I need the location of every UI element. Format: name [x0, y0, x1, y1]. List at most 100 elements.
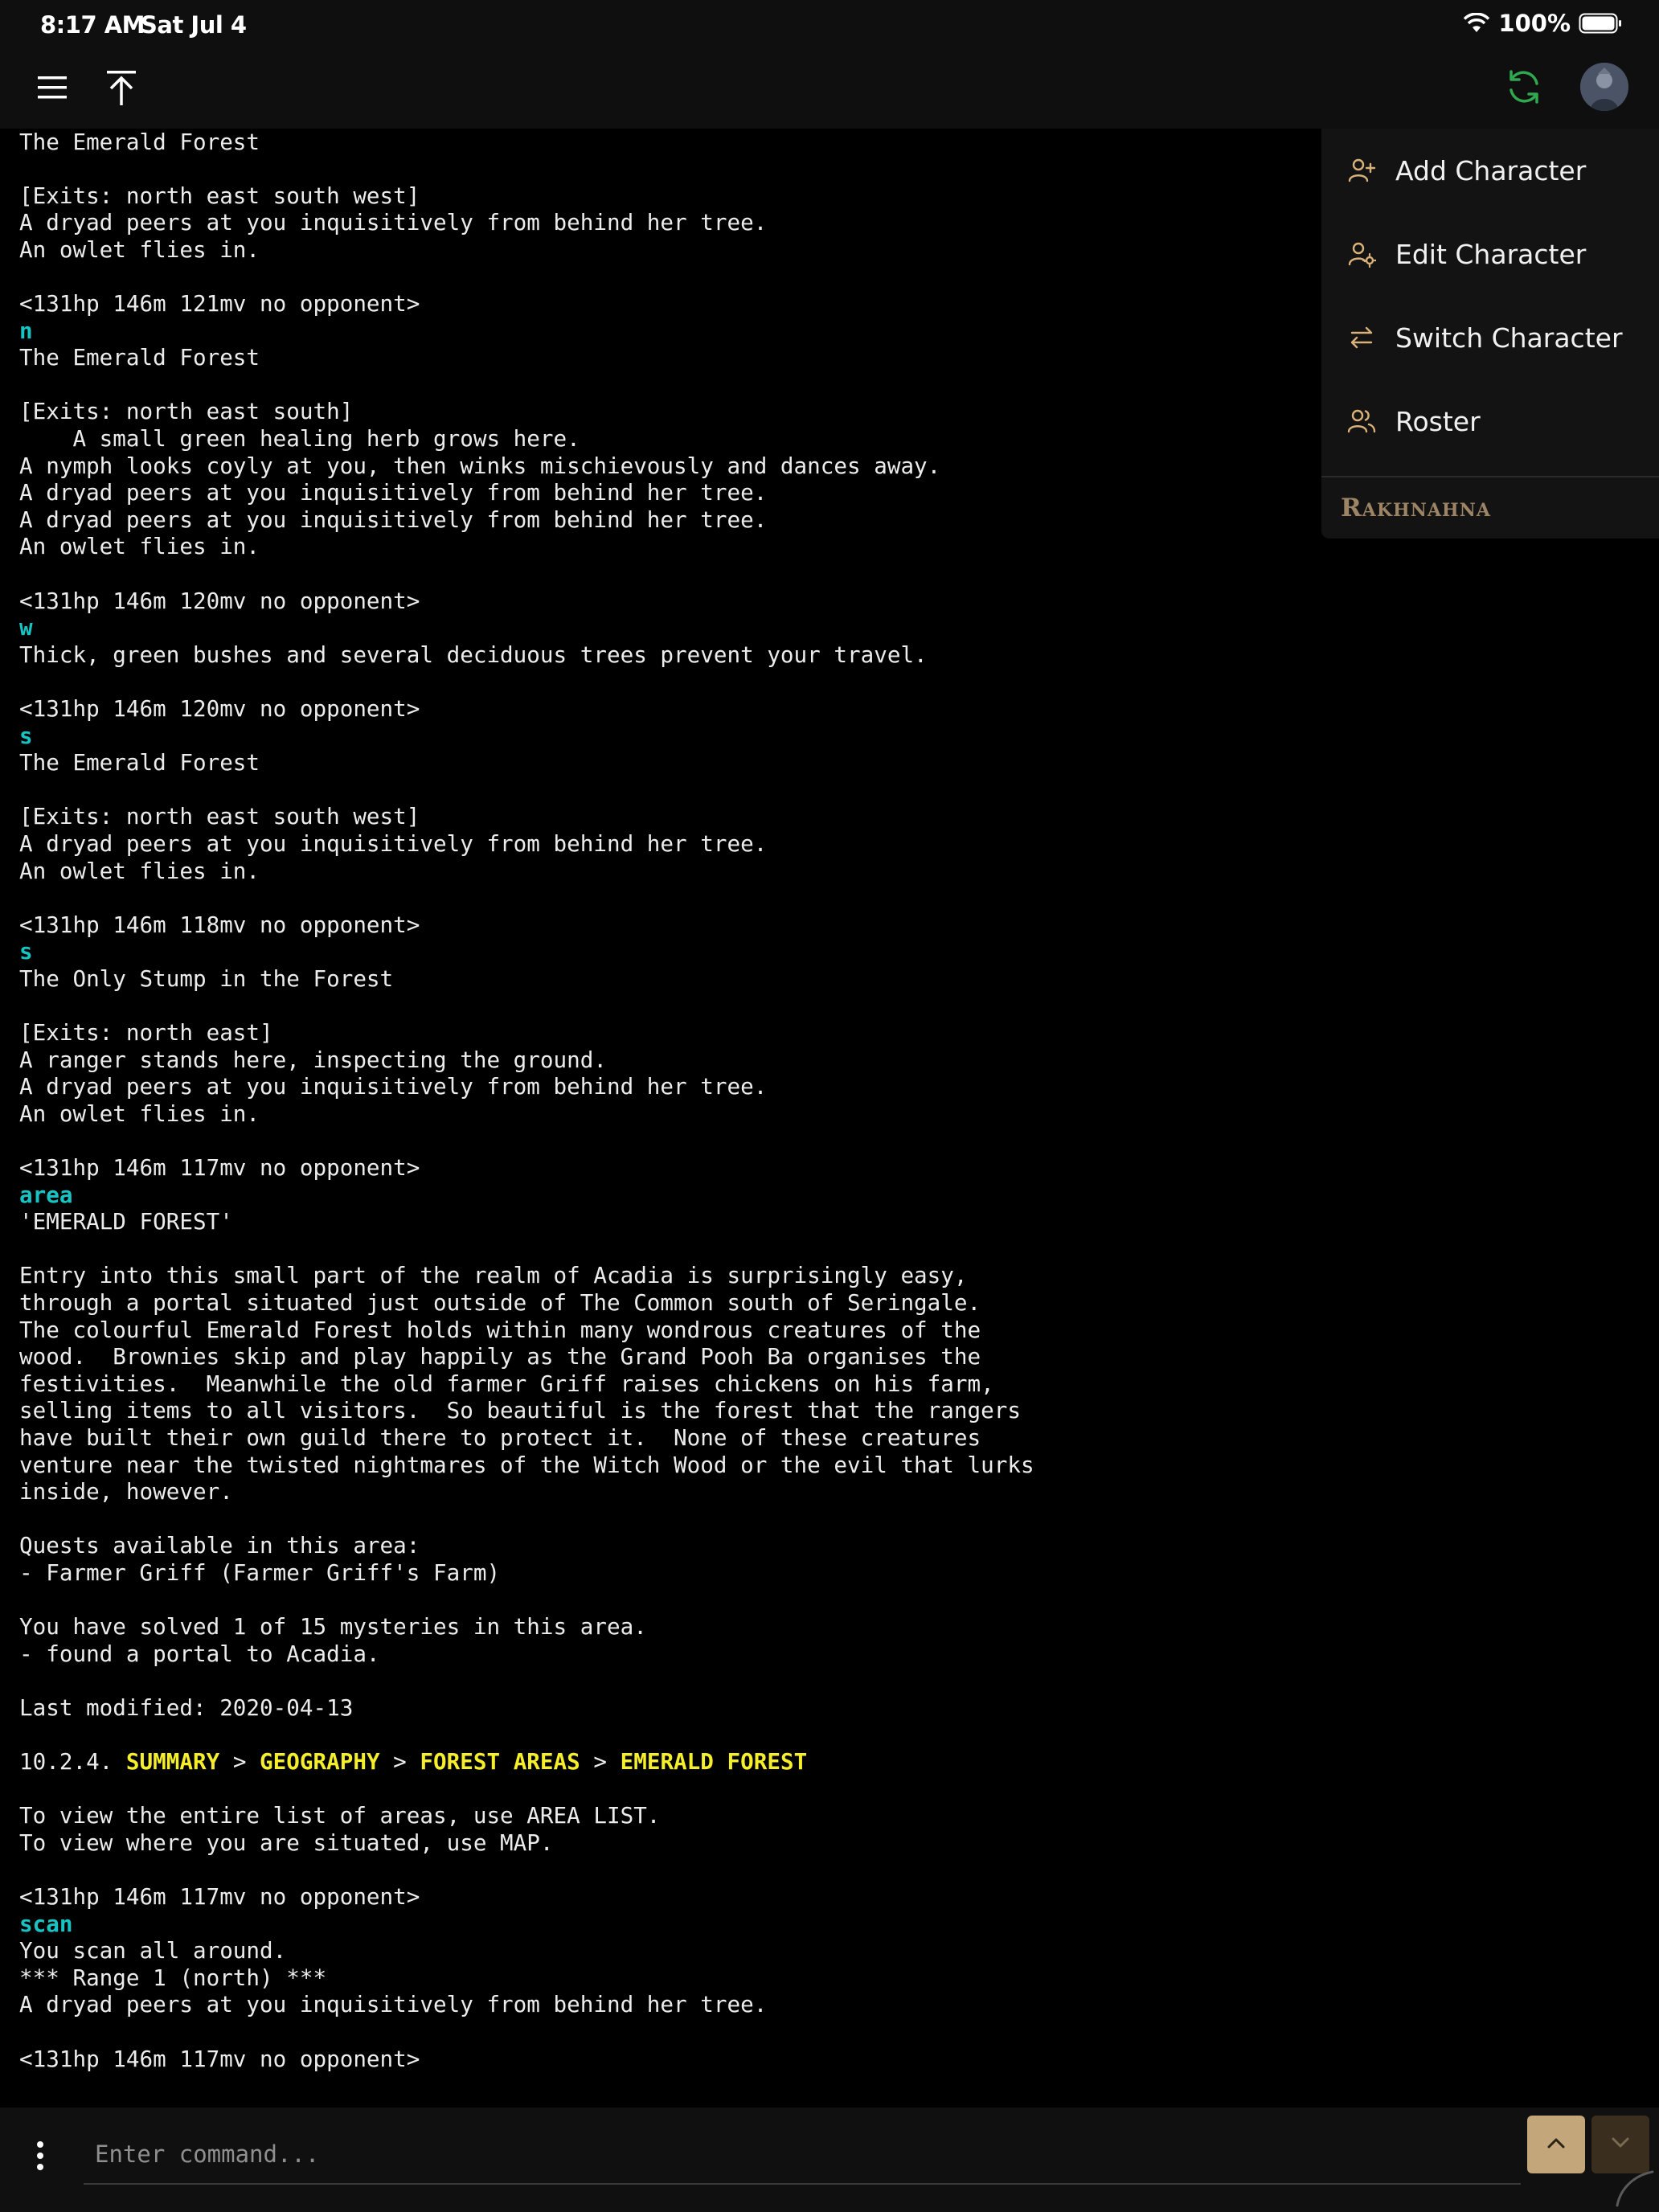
menu-item-roster[interactable]: Roster: [1321, 379, 1659, 463]
output-text: A dryad peers at you inquisitively from …: [19, 479, 768, 506]
terminal-line: - Farmer Griff (Farmer Griff's Farm): [0, 1559, 1318, 1587]
menu-item-add-character[interactable]: Add Character: [1321, 129, 1659, 212]
output-text: <131hp 146m 117mv no opponent>: [19, 1883, 420, 1911]
battery-icon: [1579, 13, 1622, 34]
status-right: 100%: [1463, 10, 1622, 37]
output-text: inside, however.: [19, 1478, 233, 1505]
output-text: venture near the twisted nightmares of t…: [19, 1451, 1034, 1478]
terminal-line: Last modified: 2020-04-13: [0, 1694, 1318, 1722]
terminal-line: <131hp 146m 117mv no opponent>: [0, 2046, 1318, 2073]
output-text: <131hp 146m 118mv no opponent>: [19, 911, 420, 938]
terminal-line: You have solved 1 of 15 mysteries in thi…: [0, 1613, 1318, 1641]
output-text: wood. Brownies skip and play happily as …: [19, 1343, 981, 1370]
terminal-line: <131hp 146m 120mv no opponent>: [0, 695, 1318, 723]
terminal-output: The Emerald Forest [Exits: north east sou…: [0, 129, 1318, 2106]
terminal-line: [Exits: north east south west]: [0, 803, 1318, 830]
terminal-line: Quests available in this area:: [0, 1532, 1318, 1559]
command-bar: [0, 2108, 1659, 2212]
output-text: [Exits: north east south west]: [19, 182, 420, 209]
output-text: An owlet flies in.: [19, 236, 260, 263]
output-text: An owlet flies in.: [19, 1100, 260, 1127]
terminal-command-line: area: [0, 1182, 1318, 1209]
app-toolbar: [0, 50, 1659, 129]
status-date: Sat Jul 4: [141, 11, 247, 39]
command-echo: s: [19, 938, 33, 965]
history-up-button[interactable]: [1527, 2116, 1585, 2173]
output-text: festivities. Meanwhile the old farmer Gr…: [19, 1370, 994, 1397]
terminal-line: A nymph looks coyly at you, then winks m…: [0, 453, 1318, 480]
terminal-line: A dryad peers at you inquisitively from …: [0, 479, 1318, 506]
breadcrumb-link[interactable]: GEOGRAPHY: [260, 1748, 380, 1775]
character-avatar[interactable]: [1580, 63, 1628, 111]
output-text: selling items to all visitors. So beauti…: [19, 1397, 1021, 1424]
scroll-to-top-icon[interactable]: [100, 64, 143, 111]
output-text: The Emerald Forest: [19, 129, 260, 155]
status-bar: 8:17 AM Sat Jul 4 100%: [0, 0, 1659, 50]
breadcrumb-link[interactable]: EMERALD FOREST: [621, 1748, 808, 1775]
terminal-line: The Emerald Forest: [0, 129, 1318, 156]
terminal-line: *** Range 1 (north) ***: [0, 1964, 1318, 1992]
terminal-line: 'EMERALD FOREST': [0, 1208, 1318, 1235]
command-input[interactable]: [84, 2125, 1521, 2185]
menu-item-edit-character[interactable]: Edit Character: [1321, 212, 1659, 296]
resize-handle-icon: [1611, 2164, 1656, 2209]
output-text: The Emerald Forest: [19, 344, 260, 371]
output-text: Last modified: 2020-04-13: [19, 1694, 354, 1721]
output-text: The Only Stump in the Forest: [19, 965, 394, 992]
output-text: <131hp 146m 120mv no opponent>: [19, 587, 420, 614]
menu-item-label: Add Character: [1395, 154, 1587, 186]
terminal-line: <131hp 146m 120mv no opponent>: [0, 588, 1318, 615]
output-text: A dryad peers at you inquisitively from …: [19, 1073, 768, 1100]
output-text: [Exits: north east south west]: [19, 803, 420, 830]
terminal-line: [Exits: north east]: [0, 1019, 1318, 1047]
terminal-command-line: s: [0, 938, 1318, 965]
character-menu: Add Character Edit Character Switch Char…: [1321, 129, 1659, 539]
output-text: <131hp 146m 117mv no opponent>: [19, 2045, 420, 2072]
refresh-icon[interactable]: [1501, 64, 1546, 109]
command-echo: s: [19, 722, 33, 749]
terminal-line: An owlet flies in.: [0, 236, 1318, 264]
wifi-icon: [1463, 13, 1490, 34]
hamburger-icon[interactable]: [32, 68, 72, 108]
active-character-name[interactable]: Rakhnahna: [1341, 494, 1491, 522]
status-time: 8:17 AM: [40, 11, 145, 39]
vertical-dots-icon[interactable]: [24, 2132, 56, 2181]
output-text: An owlet flies in.: [19, 533, 260, 560]
terminal-line: An owlet flies in.: [0, 533, 1318, 560]
breadcrumb-separator: >: [379, 1748, 420, 1776]
output-text: A small green healing herb grows here.: [19, 425, 580, 453]
breadcrumb-link[interactable]: SUMMARY: [126, 1748, 219, 1775]
menu-item-label: Switch Character: [1395, 322, 1623, 354]
output-text: Entry into this small part of the realm …: [19, 1262, 968, 1289]
output-text: <131hp 146m 117mv no opponent>: [19, 1154, 420, 1182]
breadcrumb-link[interactable]: FOREST AREAS: [420, 1748, 580, 1775]
output-text: 'EMERALD FOREST': [19, 1208, 233, 1235]
output-text: To view where you are situated, use MAP.: [19, 1829, 554, 1856]
output-text: The colourful Emerald Forest holds withi…: [19, 1316, 981, 1343]
terminal-line: inside, however.: [0, 1478, 1318, 1505]
output-text: have built their own guild there to prot…: [19, 1424, 981, 1451]
output-text: [Exits: north east south]: [19, 398, 354, 425]
command-echo: area: [19, 1181, 73, 1208]
battery-percent: 100%: [1498, 10, 1571, 37]
command-echo: w: [19, 614, 33, 641]
terminal-line: Entry into this small part of the realm …: [0, 1262, 1318, 1289]
menu-item-switch-character[interactable]: Switch Character: [1321, 296, 1659, 379]
output-text: A nymph looks coyly at you, then winks m…: [19, 452, 941, 479]
terminal-line: The Emerald Forest: [0, 749, 1318, 776]
terminal-command-line: w: [0, 614, 1318, 641]
terminal-line: <131hp 146m 117mv no opponent>: [0, 1883, 1318, 1911]
arrows-switch-icon: [1347, 323, 1376, 352]
output-text: - found a portal to Acadia.: [19, 1640, 380, 1667]
